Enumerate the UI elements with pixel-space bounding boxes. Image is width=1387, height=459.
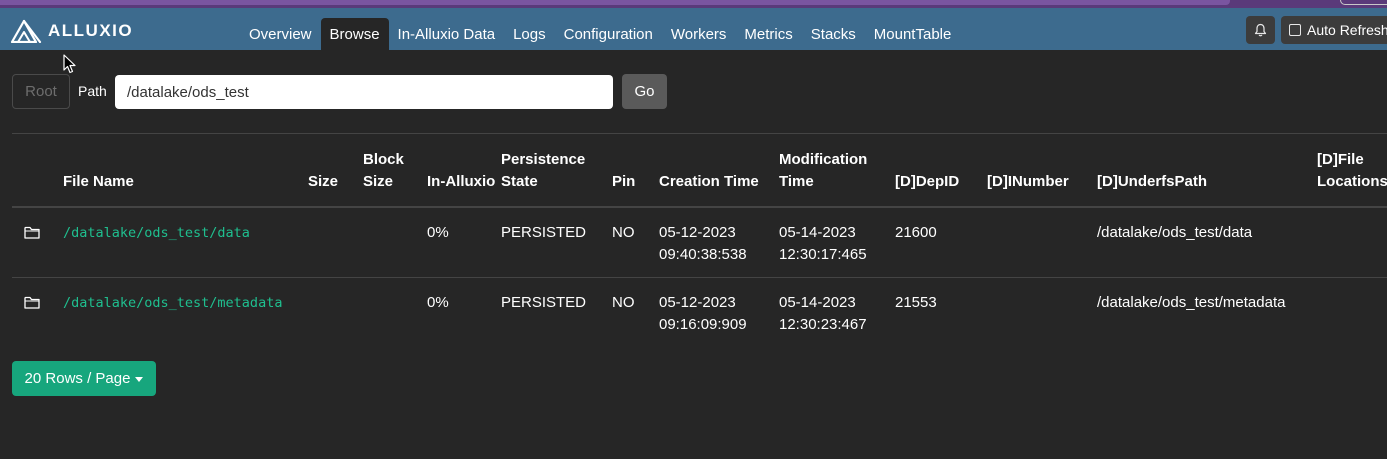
browser-profile-pill[interactable] <box>1340 0 1387 5</box>
block-size-cell <box>363 278 427 348</box>
creation-clock: 09:40:38:538 <box>659 246 747 263</box>
nav-stacks[interactable]: Stacks <box>802 18 865 50</box>
col-block-size-header[interactable]: Block Size <box>363 133 427 208</box>
nav-mounttable[interactable]: MountTable <box>865 18 961 50</box>
notifications-button[interactable] <box>1246 16 1275 44</box>
mouse-pointer-icon <box>63 54 76 74</box>
col-modification-time-header[interactable]: Modification Time <box>779 133 895 208</box>
auto-refresh-toggle[interactable]: Auto Refresh <box>1281 16 1387 44</box>
creation-date: 05-12-2023 <box>659 294 736 311</box>
size-cell <box>308 278 363 348</box>
file-name-cell: /datalake/ods_test/metadata <box>63 278 308 348</box>
nav-links: Overview Browse In-Alluxio Data Logs Con… <box>240 18 960 50</box>
in-alluxio-cell: 0% <box>427 207 501 278</box>
block-size-cell <box>363 207 427 278</box>
nav-logs[interactable]: Logs <box>504 18 555 50</box>
col-creation-time-header[interactable]: Creation Time <box>659 133 779 208</box>
browser-tab-bar <box>0 0 1230 5</box>
modification-clock: 12:30:23:467 <box>779 316 867 333</box>
col-size-header[interactable]: Size <box>308 133 363 208</box>
browser-top-strip <box>0 0 1387 8</box>
brand-name: ALLUXIO <box>48 21 134 40</box>
underfs-path-cell: /datalake/ods_test/data <box>1097 207 1317 278</box>
file-locations-cell <box>1317 278 1387 348</box>
creation-clock: 09:16:09:909 <box>659 316 747 333</box>
creation-time-cell: 05-12-2023 09:16:09:909 <box>659 278 779 348</box>
go-button[interactable]: Go <box>622 74 667 109</box>
bell-icon <box>1254 23 1267 37</box>
persistence-state-cell: PERSISTED <box>501 207 612 278</box>
rows-per-page-label: 20 Rows / Page <box>24 370 131 387</box>
modification-date: 05-14-2023 <box>779 224 856 241</box>
dep-id-cell: 21553 <box>895 294 937 311</box>
col-pin-header[interactable]: Pin <box>612 133 659 208</box>
col-icon-header <box>12 133 63 208</box>
inumber-cell <box>987 207 1097 278</box>
col-file-locations-header[interactable]: [D]File Locations <box>1317 133 1387 208</box>
underfs-path-cell: /datalake/ods_test/metadata <box>1097 294 1286 311</box>
modification-time-cell: 05-14-2023 12:30:23:467 <box>779 278 895 348</box>
caret-down-icon <box>135 376 144 382</box>
pin-cell: NO <box>612 294 635 311</box>
in-alluxio-cell: 0% <box>427 294 449 311</box>
auto-refresh-checkbox[interactable] <box>1289 24 1301 36</box>
nav-browse[interactable]: Browse <box>320 18 389 50</box>
auto-refresh-label: Auto Refresh <box>1307 22 1387 38</box>
file-name-link[interactable]: /datalake/ods_test/data <box>63 225 250 241</box>
col-inumber-header[interactable]: [D]INumber <box>987 133 1097 208</box>
file-name-link[interactable]: /datalake/ods_test/metadata <box>63 295 282 311</box>
top-navbar: ALLUXIO Overview Browse In-Alluxio Data … <box>0 8 1387 50</box>
file-name-cell: /datalake/ods_test/data <box>63 207 308 278</box>
row-icon-cell <box>12 278 63 348</box>
table-header-row: File Name Size Block Size In-Alluxio Per… <box>12 133 1387 208</box>
modification-time-cell: 05-14-2023 12:30:17:465 <box>779 207 895 278</box>
inumber-cell <box>987 278 1097 348</box>
modification-date: 05-14-2023 <box>779 294 856 311</box>
modification-clock: 12:30:17:465 <box>779 246 867 263</box>
folder-icon <box>24 226 40 239</box>
persistence-state-cell: PERSISTED <box>501 294 587 311</box>
folder-icon <box>24 296 40 309</box>
creation-time-cell: 05-12-2023 09:40:38:538 <box>659 207 779 278</box>
table-row: /datalake/ods_test/metadata 0% PERSISTED… <box>12 278 1387 348</box>
col-persistence-state-header[interactable]: Persistence State <box>501 133 612 208</box>
path-label: Path <box>78 83 107 99</box>
dep-id-cell: 21600 <box>895 207 987 278</box>
row-icon-cell <box>12 207 63 278</box>
path-input[interactable] <box>115 75 613 109</box>
creation-date: 05-12-2023 <box>659 224 736 241</box>
col-underfs-path-header[interactable]: [D]UnderfsPath <box>1097 133 1317 208</box>
pin-cell: NO <box>612 207 659 278</box>
root-button[interactable]: Root <box>12 74 70 109</box>
col-dep-id-header[interactable]: [D]DepID <box>895 133 987 208</box>
nav-metrics[interactable]: Metrics <box>735 18 801 50</box>
size-cell <box>308 207 363 278</box>
brand[interactable]: ALLUXIO <box>10 18 133 44</box>
table-row: /datalake/ods_test/data 0% PERSISTED NO … <box>12 207 1387 278</box>
file-table: File Name Size Block Size In-Alluxio Per… <box>12 133 1387 347</box>
col-in-alluxio-header[interactable]: In-Alluxio <box>427 133 501 208</box>
nav-overview[interactable]: Overview <box>240 18 321 50</box>
nav-configuration[interactable]: Configuration <box>555 18 662 50</box>
col-file-name-header[interactable]: File Name <box>63 133 308 208</box>
rows-per-page-dropdown[interactable]: 20 Rows / Page <box>12 361 156 396</box>
file-locations-cell <box>1317 207 1387 278</box>
nav-workers[interactable]: Workers <box>662 18 736 50</box>
alluxio-logo-icon <box>10 19 42 43</box>
nav-in-alluxio-data[interactable]: In-Alluxio Data <box>389 18 505 50</box>
